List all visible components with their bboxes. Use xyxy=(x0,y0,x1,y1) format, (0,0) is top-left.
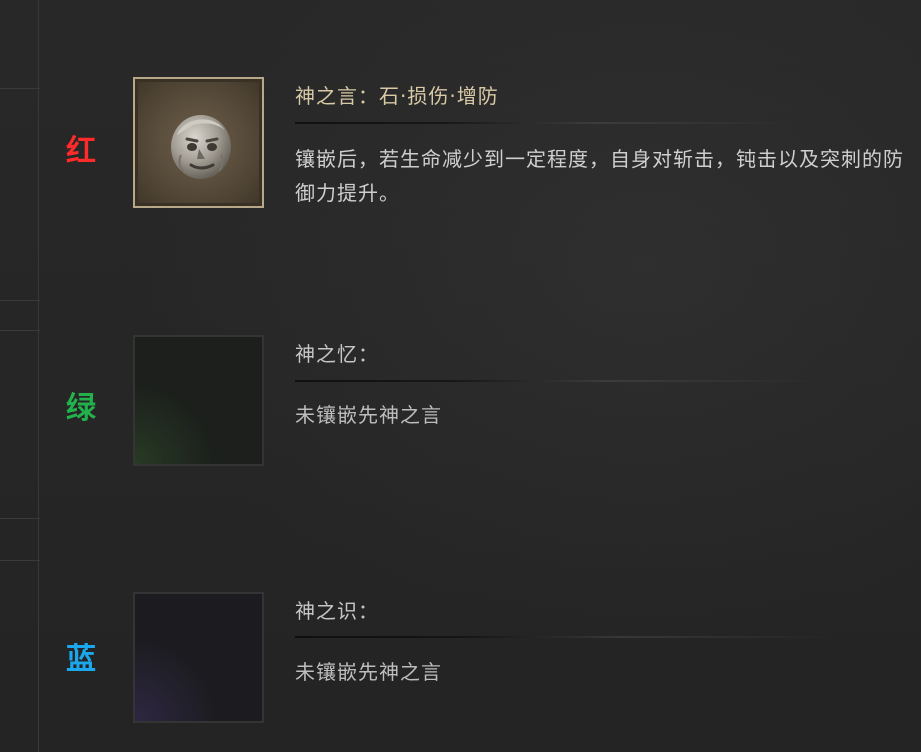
socket-slot-blue[interactable] xyxy=(133,592,264,723)
red-slot-label: 红 xyxy=(66,134,96,169)
slot-green-description: 未镶嵌先神之言 xyxy=(295,403,442,427)
blue-slot-label: 蓝 xyxy=(66,642,96,677)
socket-panel: 红 神之言：石·损伤·增防 镶嵌后，若生命减少到一定程度，自身对斩击，钝击以及突… xyxy=(0,0,921,752)
socket-slot-red[interactable] xyxy=(133,77,264,208)
slot-red-description: 镶嵌后，若生命减少到一定程度，自身对斩击，钝击以及突刺的防御力提升。 xyxy=(295,147,904,205)
slot-blue-description: 未镶嵌先神之言 xyxy=(295,660,442,684)
slot-blue-divider xyxy=(295,636,835,638)
slot-red-title: 神之言：石·损伤·增防 xyxy=(295,84,499,108)
stone-head-icon xyxy=(171,115,231,179)
slot-green-divider xyxy=(295,380,815,382)
slot-green-title: 神之忆： xyxy=(295,342,379,366)
slot-red-divider xyxy=(295,122,795,124)
left-panel-frame xyxy=(0,0,42,752)
slot-blue-title: 神之识： xyxy=(295,599,379,623)
green-slot-label: 绿 xyxy=(66,391,96,426)
socket-slot-green[interactable] xyxy=(133,335,264,466)
